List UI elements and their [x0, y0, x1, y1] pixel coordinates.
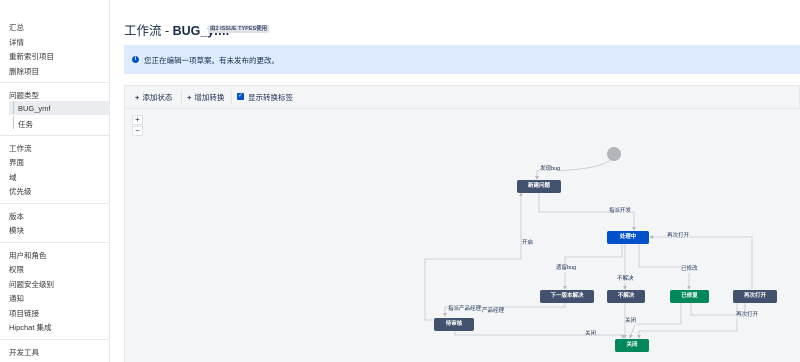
sidebar-item-task[interactable]: 任务	[13, 116, 33, 130]
show-labels-checkbox[interactable]: ✓	[237, 93, 244, 100]
sidebar-divider	[0, 82, 110, 83]
sidebar-item-permissions[interactable]: 权限	[9, 264, 24, 275]
sidebar-item-workflows[interactable]: 工作流	[9, 143, 32, 154]
sidebar-item-delete-project[interactable]: 删除项目	[9, 66, 39, 77]
transition-close[interactable]	[454, 331, 625, 339]
sidebar-item-notifications[interactable]: 通知	[9, 293, 24, 304]
status-pending-review[interactable]: 待审核	[434, 318, 474, 331]
sidebar-item-priorities[interactable]: 优先级	[9, 186, 32, 197]
sidebar-item-hipchat[interactable]: Hipchat 集成	[9, 322, 52, 333]
transition-label[interactable]: 指派产品经理	[448, 306, 482, 313]
transition-label[interactable]: 关闭	[625, 318, 637, 325]
sidebar-item-components[interactable]: 模块	[9, 225, 24, 236]
add-status-button[interactable]: + 添加状态	[135, 92, 172, 103]
sidebar-divider	[0, 242, 110, 243]
transition-label[interactable]: 发现bug	[540, 166, 561, 173]
transition-open[interactable]	[424, 192, 523, 321]
sidebar-item-dev-tools[interactable]: 开发工具	[9, 347, 39, 358]
workflow-toolbar: + 添加状态 + 增加转换 ✓ 显示转换标签	[124, 85, 800, 109]
start-node[interactable]	[607, 147, 621, 161]
status-new[interactable]: 新建问题	[517, 180, 561, 193]
sidebar-divider	[0, 135, 110, 136]
transition-label[interactable]: 不解决	[617, 276, 634, 283]
transition-label[interactable]: 已修改	[681, 266, 698, 273]
sidebar-item-fields[interactable]: 域	[9, 172, 17, 183]
banner-message: 您正在编辑一项草案。有未发布的更改。	[144, 56, 279, 65]
transition-label[interactable]: 再次打开	[667, 233, 690, 240]
transition-close-reopened[interactable]	[637, 302, 738, 339]
status-closed[interactable]: 关闭	[615, 339, 649, 352]
add-transition-button[interactable]: + 增加转换	[187, 92, 224, 103]
status-wont-fix[interactable]: 不解决	[607, 290, 645, 303]
transition-label[interactable]: 开启	[522, 240, 534, 247]
status-reopened[interactable]: 再次打开	[733, 290, 777, 303]
plus-icon: +	[187, 93, 192, 102]
page-title-prefix: 工作流 -	[124, 24, 173, 38]
project-admin-sidebar: 汇总 详情 重新索引项目 删除项目 问题类型 BUG_ymf 任务 工作流 界面…	[0, 0, 110, 362]
draft-info-banner: i 您正在编辑一项草案。有未发布的更改。	[124, 45, 800, 74]
add-transition-label: 增加转换	[194, 93, 225, 102]
plus-icon: +	[135, 93, 140, 102]
transition-label[interactable]: 遗留bug	[556, 265, 577, 272]
sidebar-item-screens[interactable]: 界面	[9, 157, 24, 168]
sidebar-divider	[0, 203, 110, 204]
toolbar-separator	[181, 91, 182, 104]
sidebar-item-issue-security[interactable]: 问题安全级别	[9, 279, 54, 290]
transition-label[interactable]: 再次打开	[736, 312, 759, 319]
workflow-diagram-canvas[interactable]: + − 新建问题 处理中 下一版本解决 不解决 已修复 再次打开 待审核 关闭 …	[124, 109, 800, 362]
sidebar-item-issue-types[interactable]: 问题类型	[9, 90, 39, 101]
sidebar-item-versions[interactable]: 版本	[9, 211, 24, 222]
status-next-version[interactable]: 下一版本解决	[540, 290, 594, 303]
workflow-editor-page: 汇总 详情 重新索引项目 删除项目 问题类型 BUG_ymf 任务 工作流 界面…	[0, 0, 800, 362]
transition-label[interactable]: 关闭	[585, 331, 597, 338]
sidebar-divider	[0, 339, 110, 340]
transition-label[interactable]: 指派开发	[609, 208, 632, 215]
toolbar-separator	[231, 91, 232, 104]
transition-close-fixed[interactable]	[629, 302, 682, 339]
transition-label[interactable]: 产品经理	[482, 308, 505, 315]
sidebar-item-users-roles[interactable]: 用户和角色	[9, 250, 47, 261]
info-icon: i	[132, 56, 139, 63]
sidebar-item-summary[interactable]: 汇总	[9, 22, 24, 33]
status-fixed[interactable]: 已修复	[670, 290, 709, 303]
status-in-progress[interactable]: 处理中	[607, 231, 649, 244]
sidebar-item-details[interactable]: 详情	[9, 37, 24, 48]
sidebar-item-project-links[interactable]: 项目链接	[9, 308, 39, 319]
sidebar-item-bug-ymf[interactable]: BUG_ymf	[13, 101, 51, 114]
transition-reopen[interactable]	[649, 235, 753, 289]
show-labels-label[interactable]: 显示转换标签	[248, 92, 293, 103]
sidebar-item-reindex[interactable]: 重新索引项目	[9, 51, 54, 62]
add-status-label: 添加状态	[142, 93, 173, 102]
issue-types-badge[interactable]: 由2 ISSUE TYPES使用	[208, 25, 270, 33]
